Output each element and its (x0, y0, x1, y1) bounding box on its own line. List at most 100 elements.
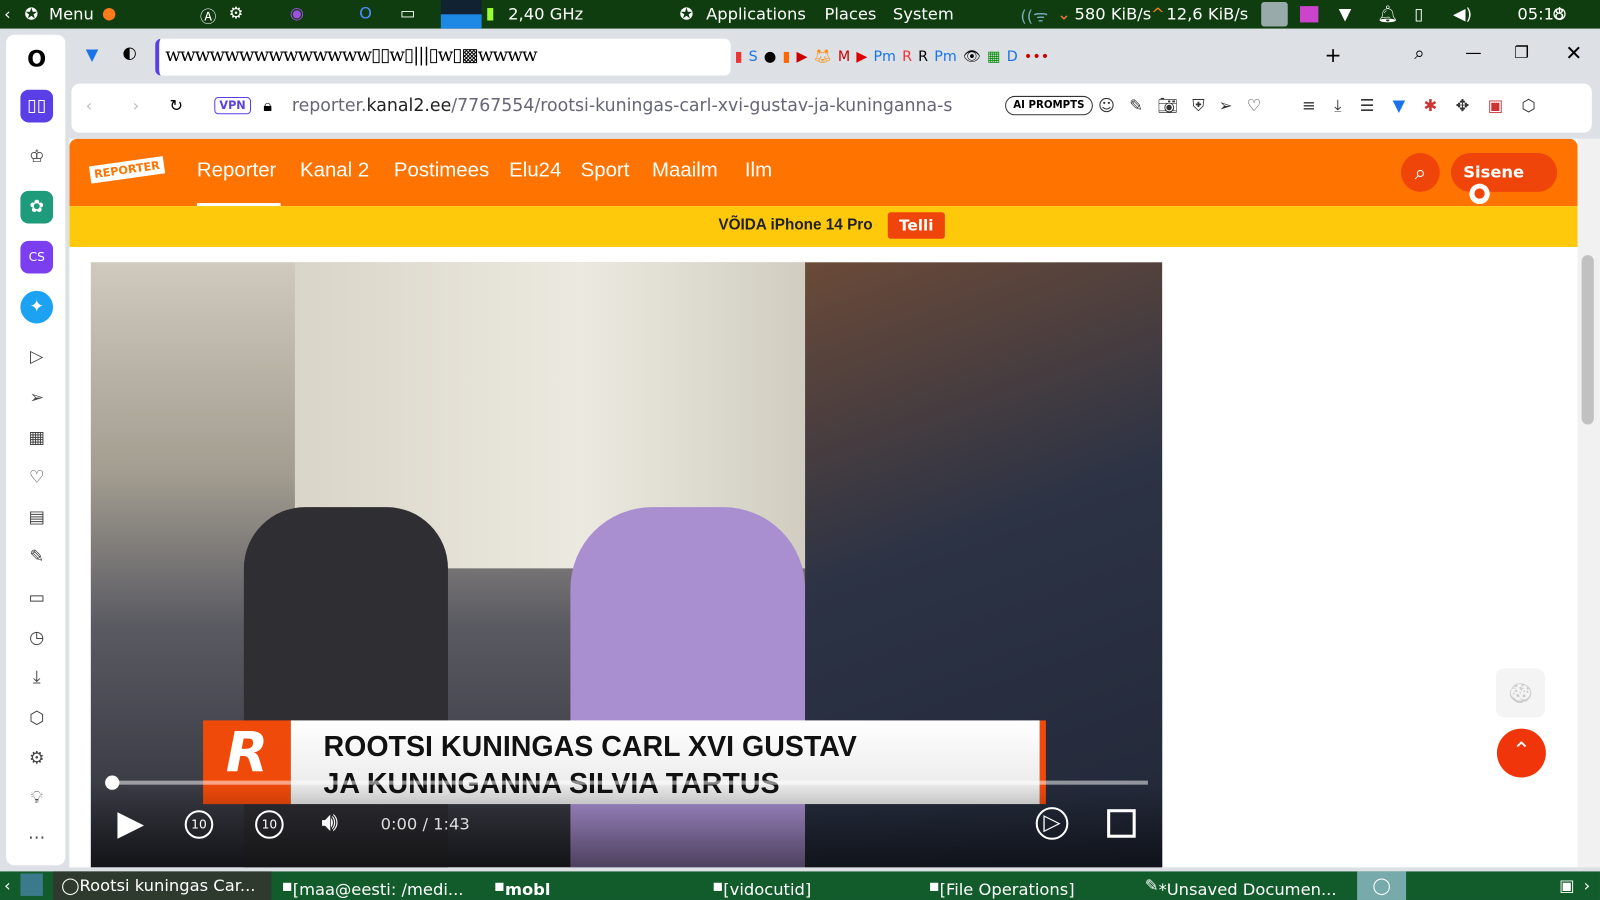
ai-prompts-button[interactable]: AI PROMPTS (1005, 95, 1093, 116)
scrollbar-thumb[interactable] (1581, 255, 1594, 425)
audio-icon[interactable] (1299, 6, 1319, 23)
extension-icon[interactable]: ▣ (1488, 96, 1503, 116)
seek-handle[interactable] (105, 775, 120, 790)
heart-icon[interactable]: ♡ (20, 461, 53, 494)
heart-icon[interactable]: ♡ (1247, 96, 1262, 116)
download-icon[interactable]: ⤓ (1334, 96, 1341, 116)
send-icon[interactable]: ➢ (20, 382, 53, 415)
opera-icon[interactable]: O (359, 3, 372, 22)
camera-icon[interactable]: 📷︎ (1157, 96, 1178, 116)
tor-icon[interactable]: ◉ (290, 3, 304, 22)
page-scrollbar[interactable] (1577, 138, 1600, 868)
shield-icon[interactable]: ⛨ (1192, 96, 1204, 116)
tab-search-icon[interactable]: ⌕ (1414, 43, 1424, 64)
reader-icon[interactable]: ▯▯ (20, 89, 54, 123)
autoplay-button[interactable]: ▷ (1035, 807, 1069, 840)
file-manager-icon[interactable] (1261, 2, 1288, 27)
opera-logo-icon[interactable]: O (20, 43, 53, 76)
taskbar-item-mobl[interactable]: ▪ mobl (494, 876, 551, 899)
places-menu[interactable]: Places (824, 4, 876, 23)
easy-setup-icon[interactable]: ☰ (1360, 96, 1375, 116)
lock-icon[interactable]: 🔒︎ (263, 96, 272, 116)
tabs-icon[interactable]: ▭ (20, 582, 53, 615)
taskbar-right-arrow[interactable]: › (1584, 876, 1591, 895)
fullscreen-button[interactable] (1107, 809, 1136, 838)
downloads-icon[interactable]: ⤓ (20, 661, 53, 694)
volume-icon[interactable]: ◀) (1453, 4, 1472, 23)
applications-menu[interactable]: Applications (706, 4, 806, 23)
subscribe-button[interactable]: Telli (887, 212, 945, 239)
nav-ilm[interactable]: Ilm (745, 159, 772, 182)
emoji-icon[interactable]: ☺ (1098, 96, 1115, 116)
show-desktop-icon[interactable] (20, 873, 43, 896)
forward-10-button[interactable]: 10 (255, 810, 284, 839)
more-icon[interactable]: ⋯ (20, 821, 53, 854)
close-button[interactable]: ✕ (1565, 41, 1582, 65)
chatsonic-icon[interactable]: CS (20, 240, 54, 274)
nav-elu24[interactable]: Elu24 (509, 159, 561, 182)
nav-sport[interactable]: Sport (581, 159, 630, 182)
nav-postimees[interactable]: Postimees (394, 159, 489, 182)
collapse-left-icon[interactable]: ‹ (4, 4, 11, 23)
battery-saver-icon[interactable]: ≡ (1302, 96, 1316, 116)
edit-icon[interactable]: ✎ (1129, 96, 1143, 116)
power-icon[interactable]: ⏻ (1553, 4, 1566, 24)
cookie-settings-icon[interactable]: 🍪︎ (1495, 668, 1545, 718)
forward-button[interactable]: › (133, 96, 140, 115)
puzzle-icon[interactable]: ✥ (1456, 96, 1470, 116)
wifi-icon[interactable]: ▼ (1339, 4, 1352, 23)
login-button[interactable]: Sisene ● (1451, 153, 1558, 205)
extension-icon[interactable]: ▼ (1393, 96, 1406, 116)
terminal-icon[interactable]: ▭ (400, 3, 415, 22)
history-icon[interactable]: ◷ (20, 621, 53, 654)
crown-icon[interactable]: ♔ (20, 141, 53, 174)
search-button[interactable]: ⌕ (1401, 153, 1440, 192)
reload-button[interactable]: ↻ (169, 96, 183, 115)
reporter-logo[interactable]: REPORTER (88, 156, 166, 184)
nav-kanal2[interactable]: Kanal 2 (300, 159, 369, 182)
apps-grid-icon[interactable]: ▦ (20, 421, 53, 454)
menu-button[interactable]: Menu (49, 4, 94, 23)
workspace-switcher[interactable]: ◯ (1357, 871, 1407, 900)
taskbar-item-browser[interactable]: ◯ Rootsi kuningas Car... (53, 871, 272, 900)
back-button[interactable]: ‹ (86, 96, 93, 115)
taskbar-left-arrow[interactable]: ‹ (4, 876, 11, 895)
taskbar-item-terminal[interactable]: ▪ [maa@eesti: /medi... (282, 876, 464, 899)
news-icon[interactable]: ▤ (20, 501, 53, 534)
taskbar-item-file-ops[interactable]: ▪ [File Operations] (929, 876, 1075, 899)
restore-button[interactable]: ❐ (1514, 43, 1529, 62)
scroll-to-top-button[interactable]: ⌃ (1496, 728, 1546, 778)
taskbar-item-editor[interactable]: ✎ *Unsaved Documen... (1145, 876, 1337, 899)
tab-favicons[interactable]: ▮ S ● ▮ ▶ 🦊︎ M ▶ Pm R R Pm 👁︎ ▦ D ••• (735, 41, 1317, 74)
chatgpt-icon[interactable]: ✿ (20, 190, 54, 224)
edit-icon[interactable]: ✎ (20, 541, 53, 574)
github-tab-icon[interactable]: ◐ (122, 43, 136, 62)
notification-bell-icon[interactable]: 🔔︎ (1378, 4, 1399, 23)
send-icon[interactable]: ➢ (1219, 96, 1233, 116)
twitter-icon[interactable]: ✦ (20, 290, 54, 324)
tab-group[interactable]: wwwwwwwwwwwwww▯▯w▯|||▯w▯▩wwww (155, 38, 731, 76)
minimize-button[interactable]: — (1465, 43, 1481, 62)
extension-icon[interactable]: ✱ (1424, 96, 1438, 116)
lightbulb-icon[interactable]: 💡︎ (20, 782, 53, 815)
nav-reporter[interactable]: Reporter (197, 159, 276, 182)
nav-maailm[interactable]: Maailm (652, 159, 718, 182)
cube-icon[interactable]: ⬡ (20, 702, 53, 735)
seek-bar[interactable] (111, 780, 1148, 785)
pinned-tab-icon[interactable]: ▼ (86, 45, 99, 64)
taskbar-item-vidocutid[interactable]: ▪ [vidocutid] (712, 876, 811, 899)
video-player[interactable]: R ROOTSI KUNINGAS CARL XVI GUSTAVJA KUNI… (90, 262, 1163, 868)
promo-banner[interactable]: VÕIDA iPhone 14 Pro Telli (69, 206, 1578, 247)
accessibility-icon[interactable]: Ⓐ (200, 3, 216, 27)
system-menu[interactable]: System (893, 4, 954, 23)
battery-icon[interactable]: ▯ (1414, 4, 1423, 23)
cube-icon[interactable]: ⬡ (1521, 96, 1535, 116)
firefox-icon[interactable]: ● (102, 3, 116, 22)
settings-gears-icon[interactable]: ⚙ (229, 3, 244, 22)
vpn-badge[interactable]: VPN (214, 96, 251, 115)
player-icon[interactable]: ▷ (20, 341, 53, 374)
rewind-10-button[interactable]: 10 (184, 810, 214, 839)
url-field[interactable]: reporter.kanal2.ee/7767554/rootsi-kuning… (292, 96, 953, 116)
settings-icon[interactable]: ⚙ (20, 742, 53, 775)
play-button[interactable]: ▶ (117, 803, 144, 844)
